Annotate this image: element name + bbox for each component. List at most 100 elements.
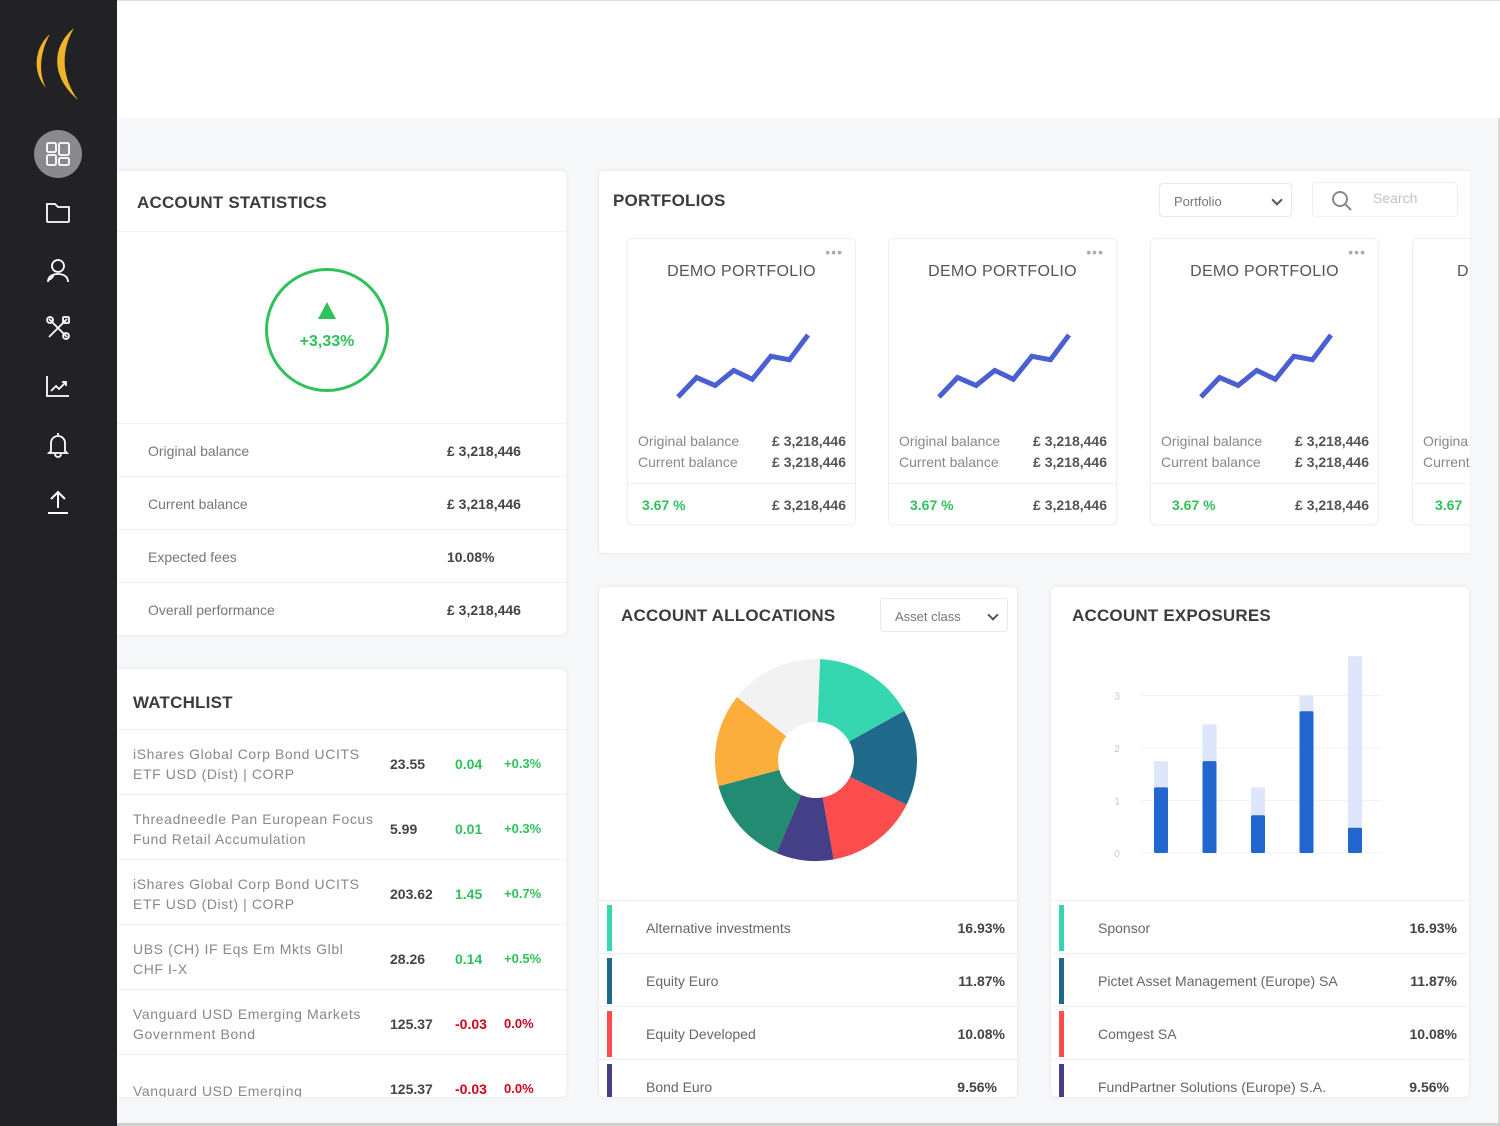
watchlist-row[interactable]: iShares Global Corp Bond UCITS ETF USD (… bbox=[117, 729, 566, 793]
watchlist-change-pct: +0.7% bbox=[504, 886, 542, 901]
watchlist-row[interactable]: Threadneedle Pan European Focus Fund Ret… bbox=[117, 794, 566, 858]
current-balance-value: £ 3,218,446 bbox=[1295, 454, 1369, 470]
brand-logo[interactable] bbox=[28, 26, 88, 102]
watchlist-row[interactable]: iShares Global Corp Bond UCITS ETF USD (… bbox=[117, 859, 566, 923]
nav-clients[interactable] bbox=[34, 246, 82, 294]
portfolio-card[interactable]: ••• DEMO PORTFOLIO Original balance £ 3,218… bbox=[888, 238, 1117, 525]
bar-current-2[interactable] bbox=[1251, 815, 1265, 853]
account-statistics-title: ACCOUNT STATISTICS bbox=[137, 193, 327, 212]
original-balance-label: Origina bbox=[1423, 433, 1469, 449]
nav-dashboard[interactable] bbox=[34, 130, 82, 178]
stat-label: Current balance bbox=[148, 496, 248, 512]
portfolio-total: £ 3,218,446 bbox=[1033, 497, 1107, 513]
watchlist-name: iShares Global Corp Bond UCITS ETF USD (… bbox=[133, 876, 360, 912]
bar-current-4[interactable] bbox=[1348, 827, 1362, 853]
legend-label: Sponsor bbox=[1098, 920, 1151, 936]
legend-row[interactable]: Comgest SA 10.08% bbox=[1051, 1006, 1469, 1059]
portfolio-title: D bbox=[1457, 263, 1469, 280]
portfolio-filter-select[interactable]: Portfolio bbox=[1159, 183, 1292, 217]
legend-value: 10.08% bbox=[1409, 1026, 1457, 1042]
stat-value: £ 3,218,446 bbox=[447, 496, 521, 512]
search-icon bbox=[1332, 191, 1352, 211]
portfolio-performance: 3.67 % bbox=[910, 497, 954, 513]
legend-row[interactable]: Alternative investments 16.93% bbox=[599, 900, 1017, 953]
divider bbox=[1151, 483, 1378, 484]
current-balance-label: Current balance bbox=[638, 454, 738, 470]
y-tick-label: 2 bbox=[1114, 744, 1120, 755]
portfolio-card[interactable]: D Origina Current 3.67 bbox=[1412, 238, 1470, 525]
bar-current-1[interactable] bbox=[1202, 761, 1217, 853]
legend-value: 10.08% bbox=[957, 1026, 1005, 1042]
stat-row: Expected fees 10.08% bbox=[117, 529, 566, 582]
legend-row[interactable]: Sponsor 16.93% bbox=[1051, 900, 1469, 953]
legend-value: 9.56% bbox=[957, 1079, 997, 1095]
tools-icon bbox=[46, 316, 70, 340]
watchlist-price: 28.26 bbox=[390, 951, 426, 967]
up-arrow-icon bbox=[318, 302, 336, 319]
legend-row[interactable]: Equity Euro 11.87% bbox=[599, 953, 1017, 1006]
stat-value: £ 3,218,446 bbox=[447, 602, 521, 618]
chart-icon bbox=[46, 376, 69, 397]
original-balance-value: £ 3,218,446 bbox=[772, 433, 846, 449]
portfolio-sparkline bbox=[937, 333, 1072, 399]
portfolio-performance: 3.67 bbox=[1435, 497, 1463, 513]
current-balance-label: Current balance bbox=[1161, 454, 1261, 470]
legend-row[interactable]: Pictet Asset Management (Europe) SA 11.87… bbox=[1051, 953, 1469, 1006]
watchlist-name: UBS (CH) IF Eqs Em Mkts Glbl CHF I-X bbox=[133, 941, 344, 977]
legend-color-swatch bbox=[607, 1064, 612, 1097]
legend-row[interactable]: FundPartner Solutions (Europe) S.A. 9.56% bbox=[1051, 1059, 1469, 1097]
portfolio-card[interactable]: ••• DEMO PORTFOLIO Original balance £ 3,218… bbox=[1150, 238, 1379, 525]
nav-notifications[interactable] bbox=[34, 420, 82, 468]
legend-row[interactable]: Equity Developed 10.08% bbox=[599, 1006, 1017, 1059]
portfolio-total: £ 3,218,446 bbox=[772, 497, 846, 513]
bar-current-0[interactable] bbox=[1154, 787, 1168, 853]
legend-color-swatch bbox=[1059, 1011, 1064, 1057]
search-box[interactable] bbox=[1312, 182, 1458, 217]
legend-label: Bond Euro bbox=[646, 1079, 713, 1095]
portfolio-filter-value: Portfolio bbox=[1174, 194, 1222, 209]
legend-row[interactable]: Bond Euro 9.56% bbox=[599, 1059, 1017, 1097]
nav-analytics[interactable] bbox=[34, 362, 82, 410]
chevron-down-icon bbox=[1271, 194, 1283, 206]
nav-folder[interactable] bbox=[34, 188, 82, 236]
search-input[interactable] bbox=[1373, 190, 1453, 206]
sidebar bbox=[0, 0, 117, 1126]
user-icon bbox=[47, 259, 69, 283]
exposure-bar-chart: 0 1 2 3 bbox=[1114, 656, 1381, 860]
portfolio-title: DEMO PORTFOLIO bbox=[667, 263, 816, 280]
portfolios-card: PORTFOLIOS Portfolio ••• DEMO PORTFOLIO Or… bbox=[598, 170, 1470, 554]
bar-target-4[interactable] bbox=[1348, 656, 1362, 853]
watchlist-row[interactable]: UBS (CH) IF Eqs Em Mkts Glbl CHF I-X 28.2… bbox=[117, 924, 566, 988]
account-allocations-title: ACCOUNT ALLOCATIONS bbox=[621, 606, 836, 625]
current-balance-label: Current balance bbox=[899, 454, 999, 470]
divider bbox=[117, 231, 566, 232]
chevron-down-icon bbox=[987, 609, 999, 621]
nav-tools[interactable] bbox=[34, 304, 82, 352]
asset-class-select[interactable]: Asset class bbox=[880, 598, 1008, 632]
more-options-icon[interactable]: ••• bbox=[1086, 245, 1104, 259]
account-exposures-title: ACCOUNT EXPOSURES bbox=[1072, 606, 1271, 625]
portfolio-performance: 3.67 % bbox=[642, 497, 686, 513]
performance-indicator: +3,33% bbox=[265, 268, 389, 392]
watchlist-change: -0.03 bbox=[455, 1016, 487, 1032]
original-balance-value: £ 3,218,446 bbox=[1295, 433, 1369, 449]
account-exposures-card: ACCOUNT EXPOSURES 0 1 2 3 Sponsor 16.93% Pict… bbox=[1050, 586, 1470, 1098]
bar-current-3[interactable] bbox=[1299, 711, 1314, 853]
more-options-icon[interactable]: ••• bbox=[1348, 245, 1366, 259]
legend-color-swatch bbox=[607, 1011, 612, 1057]
watchlist-change: 0.01 bbox=[455, 821, 483, 837]
nav-upload[interactable] bbox=[34, 478, 82, 526]
legend-label: Equity Euro bbox=[646, 973, 719, 989]
portfolio-card[interactable]: ••• DEMO PORTFOLIO Original balance £ 3,218… bbox=[627, 238, 856, 525]
performance-value: +3,33% bbox=[299, 333, 355, 350]
stat-label: Original balance bbox=[148, 443, 250, 459]
current-balance-value: £ 3,218,446 bbox=[1033, 454, 1107, 470]
watchlist-change: 0.14 bbox=[455, 951, 483, 967]
more-options-icon[interactable]: ••• bbox=[825, 245, 843, 259]
watchlist-row[interactable]: Vanguard USD Emerging 125.37 -0.03 0.0% bbox=[117, 1054, 566, 1097]
legend-value: 11.87% bbox=[1410, 973, 1457, 989]
stat-value: £ 3,218,446 bbox=[447, 443, 521, 459]
asset-class-value: Asset class bbox=[895, 609, 961, 624]
legend-color-swatch bbox=[607, 905, 612, 951]
watchlist-row[interactable]: Vanguard USD Emerging Markets Government… bbox=[117, 989, 566, 1053]
